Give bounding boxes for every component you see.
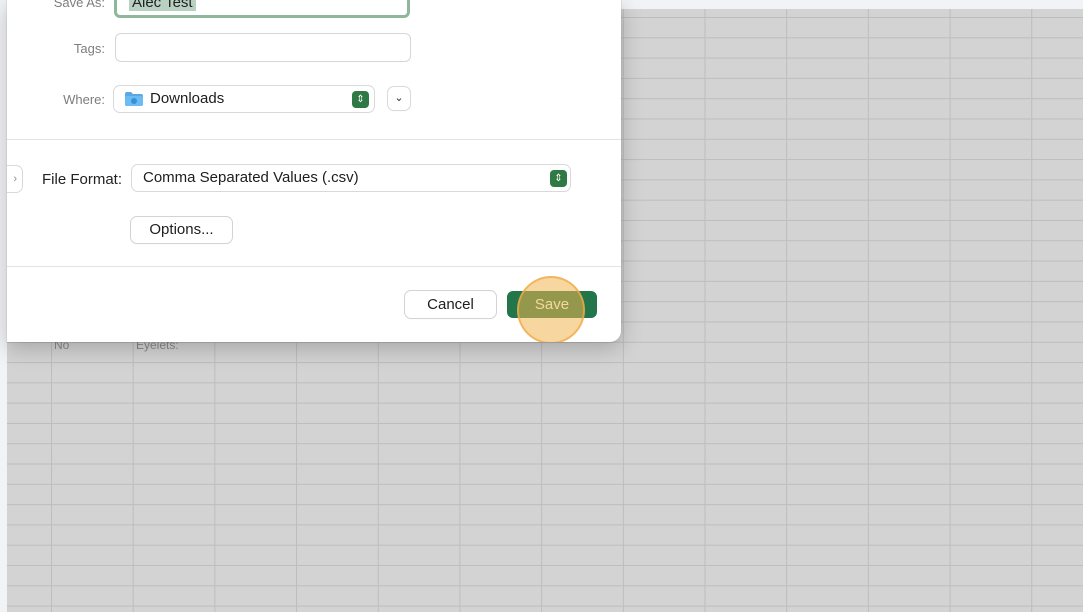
chevron-down-icon: ⌄ — [394, 92, 404, 104]
tags-label: Tags: — [73, 41, 105, 56]
save-button[interactable]: Save — [507, 291, 597, 318]
divider — [7, 266, 621, 267]
file-format-label: File Format: — [42, 171, 123, 188]
where-location-select[interactable]: Downloads ⇕ — [114, 86, 374, 112]
save-as-label: Save As: — [53, 0, 105, 10]
expand-dialog-button[interactable]: ⌄ — [388, 87, 410, 110]
save-as-value: Alec Test — [129, 0, 196, 11]
file-format-select[interactable]: Comma Separated Values (.csv) ⇕ — [132, 165, 570, 191]
updown-chevron-icon: ⇕ — [550, 170, 567, 187]
where-value: Downloads — [150, 90, 225, 107]
save-dialog: Save As: Alec Test Tags: Where: Download… — [7, 0, 621, 342]
file-format-value: Comma Separated Values (.csv) — [143, 169, 359, 186]
updown-chevron-icon: ⇕ — [352, 91, 369, 108]
tags-input[interactable] — [115, 33, 411, 62]
cancel-button[interactable]: Cancel — [405, 291, 496, 318]
folder-icon — [124, 91, 144, 112]
partial-control[interactable]: › — [7, 166, 22, 192]
where-label: Where: — [63, 92, 105, 107]
divider — [7, 139, 621, 140]
options-button[interactable]: Options... — [131, 217, 232, 243]
save-as-field[interactable]: Alec Test — [114, 0, 410, 18]
